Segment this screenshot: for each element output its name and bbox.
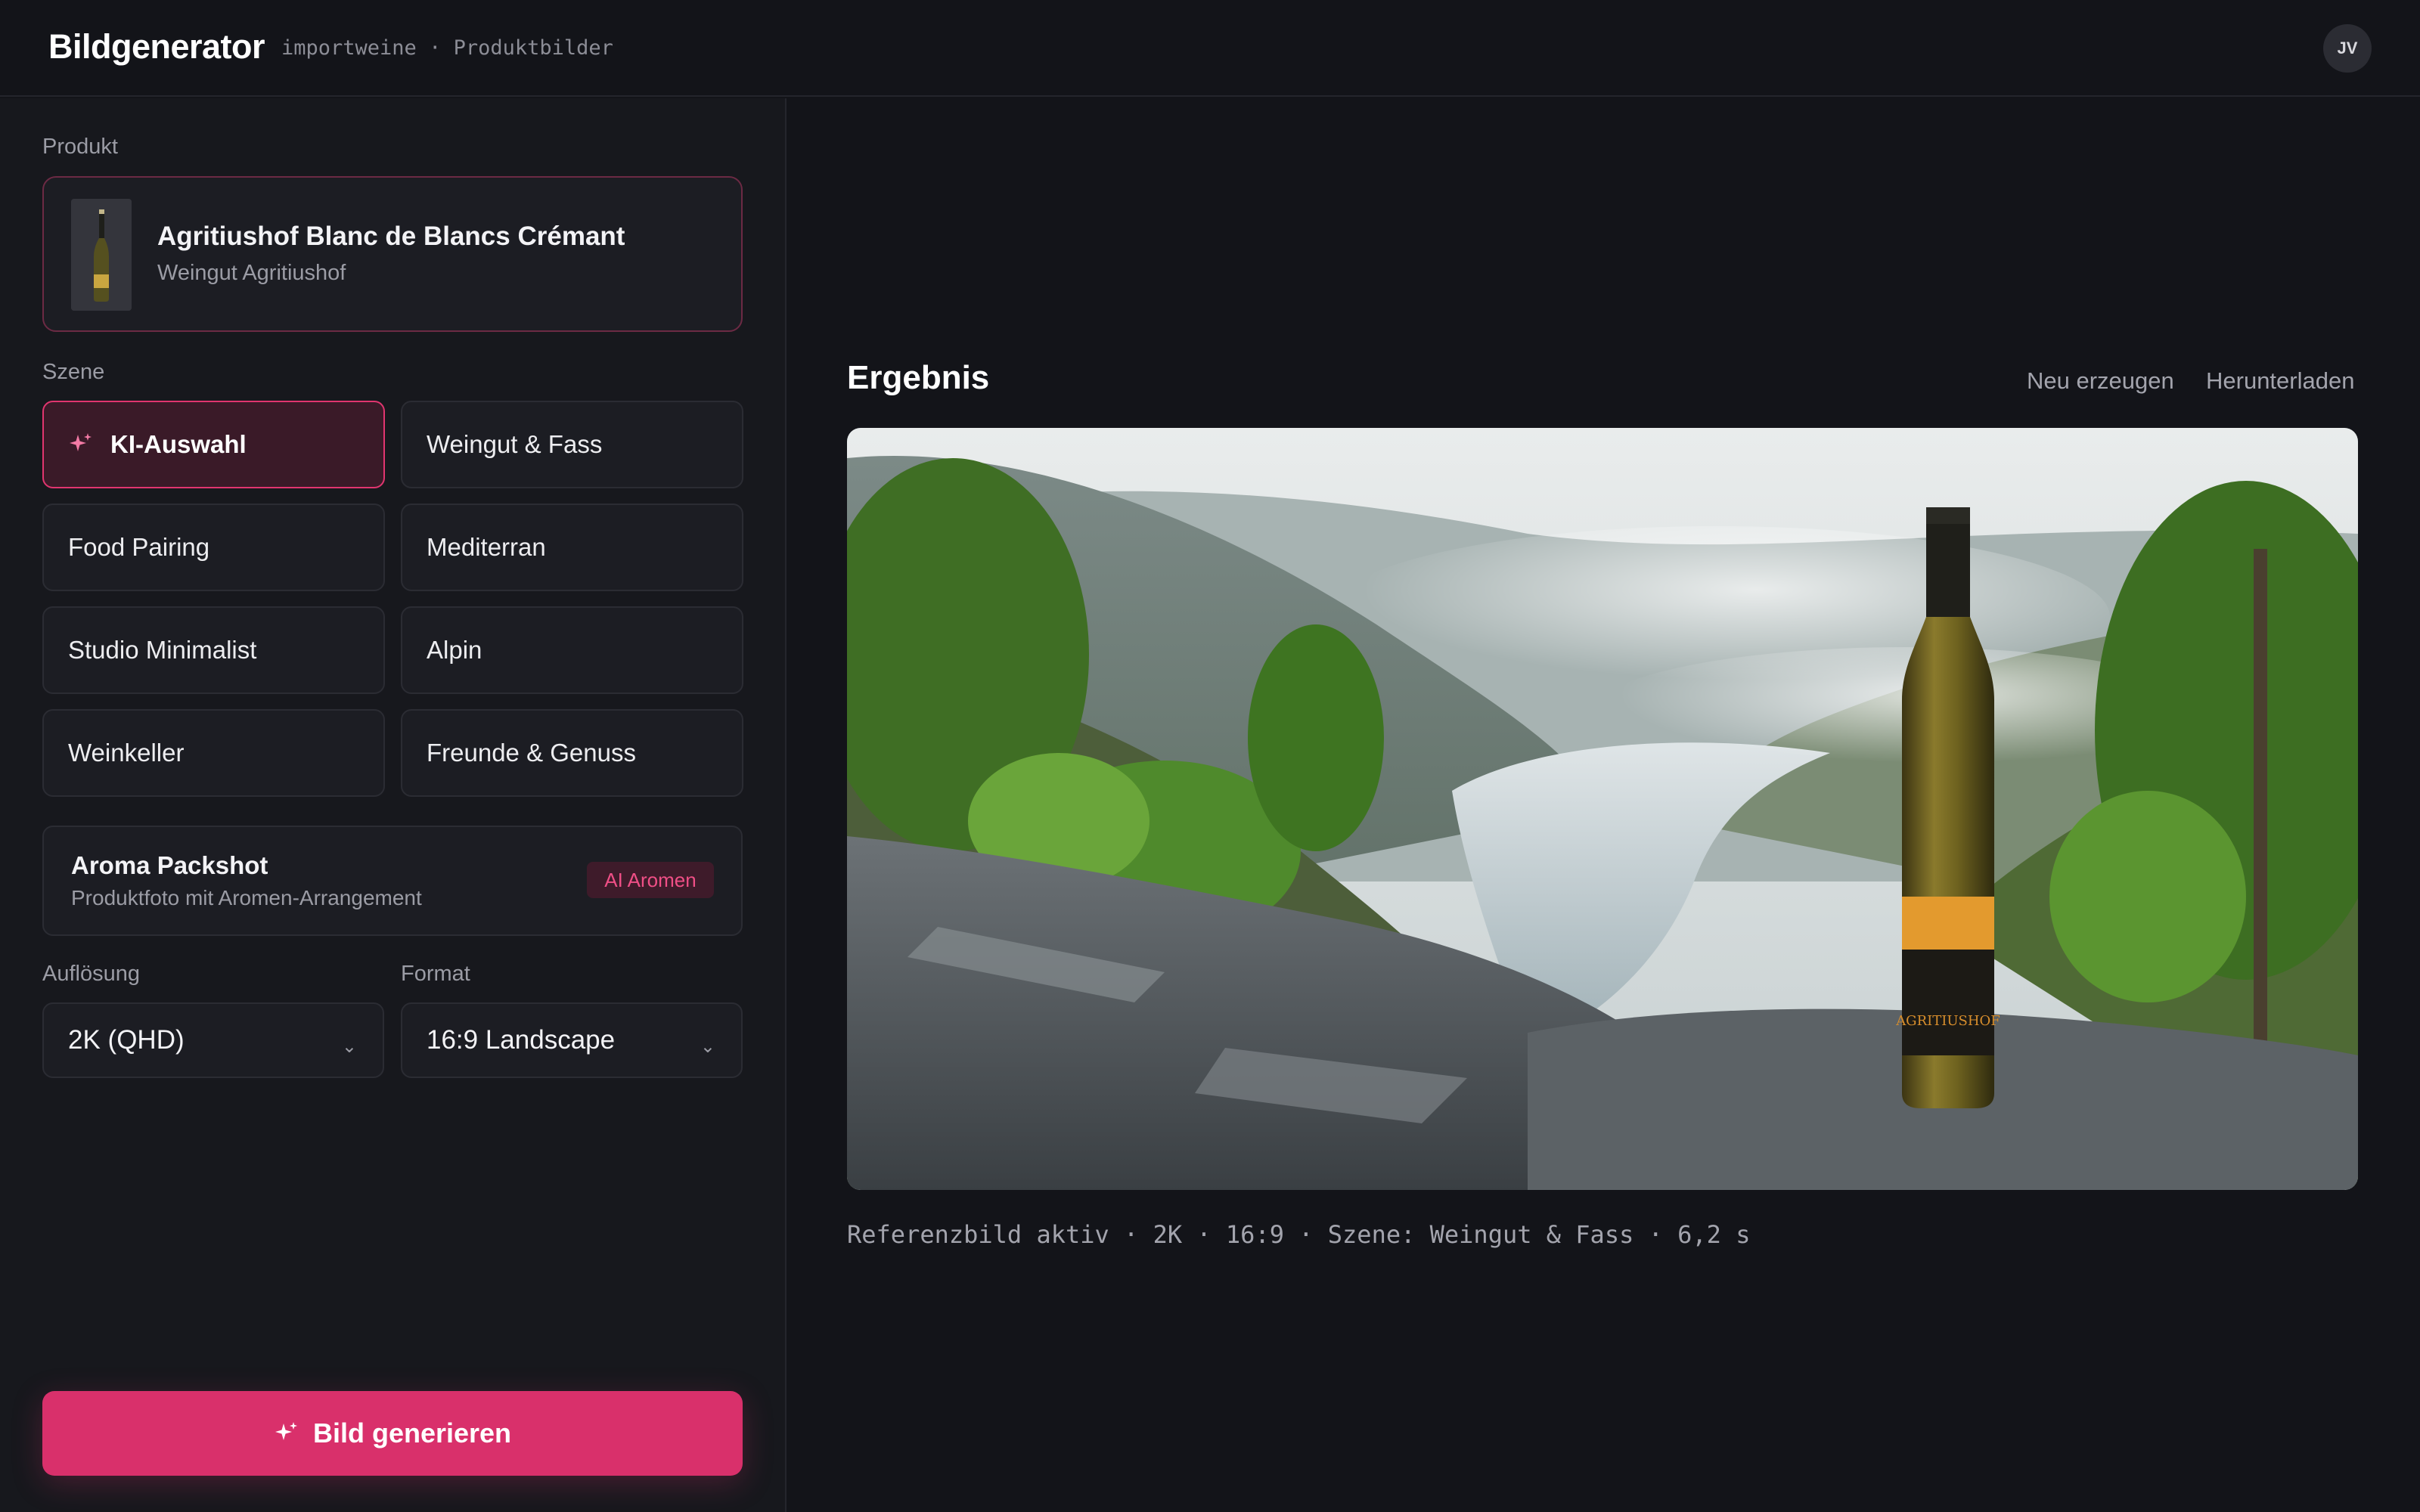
app-header: Bildgenerator importweine · Produktbilde…	[0, 0, 2420, 97]
scene-label-food-pairing: Food Pairing	[68, 533, 210, 561]
scene-mediterran-button[interactable]: Mediterran	[401, 503, 743, 591]
sparkle-icon	[275, 1422, 297, 1440]
scene-label-studio-minimalist: Studio Minimalist	[68, 636, 257, 664]
result-title: Ergebnis	[847, 359, 990, 396]
settings-sidebar: Produkt Agritiushof Blanc de Blancs Crém…	[0, 98, 786, 1512]
download-button[interactable]: Herunterladen	[2206, 367, 2354, 395]
scene-label: Szene	[42, 360, 105, 384]
bottle-label-text: AGRITIUSHOF	[1895, 1013, 2000, 1029]
app-title: Bildgenerator	[48, 27, 265, 66]
bottle-thumbnail-icon	[71, 199, 132, 311]
resolution-value: 2K (QHD)	[68, 1025, 185, 1055]
aroma-packshot-option[interactable]: Aroma Packshot Produktfoto mit Aromen-Ar…	[42, 826, 743, 936]
scene-weingut-fass-button[interactable]: Weingut & Fass	[401, 401, 743, 488]
chevron-down-icon: ⌄	[700, 1036, 715, 1057]
user-avatar[interactable]: JV	[2323, 24, 2372, 73]
vineyard-scene-image: AGRITIUSHOF	[847, 428, 2358, 1190]
format-label: Format	[401, 962, 470, 986]
scene-label-ki-auswahl: KI-Auswahl	[110, 430, 247, 458]
product-label: Produkt	[42, 135, 118, 159]
aroma-description: Produktfoto mit Aromen-Arrangement	[71, 886, 422, 909]
product-card[interactable]: Agritiushof Blanc de Blancs Crémant Wein…	[42, 176, 743, 332]
scene-studio-minimalist-button[interactable]: Studio Minimalist	[42, 606, 385, 694]
scene-label-alpin: Alpin	[427, 636, 482, 664]
generate-label: Bild generieren	[312, 1418, 512, 1448]
resolution-select[interactable]: 2K (QHD) ⌄	[42, 1002, 384, 1078]
scene-label-freunde-genuss: Freunde & Genuss	[427, 739, 636, 767]
generated-image[interactable]: AGRITIUSHOF	[847, 428, 2358, 1190]
scene-food-pairing-button[interactable]: Food Pairing	[42, 503, 385, 591]
scene-ki-auswahl-button[interactable]: KI-Auswahl	[42, 401, 385, 488]
generate-image-button[interactable]: Bild generieren	[42, 1391, 743, 1476]
regenerate-button[interactable]: Neu erzeugen	[2027, 367, 2174, 395]
format-value: 16:9 Landscape	[427, 1025, 616, 1055]
scene-alpin-button[interactable]: Alpin	[401, 606, 743, 694]
chevron-down-icon: ⌄	[341, 1036, 357, 1057]
sparkle-icon	[70, 433, 92, 451]
scene-freunde-genuss-button[interactable]: Freunde & Genuss	[401, 709, 743, 797]
result-panel: Ergebnis Neu erzeugen Herunterladen AGRI…	[788, 98, 2420, 1512]
product-thumbnail	[71, 199, 132, 311]
scene-label-weinkeller: Weinkeller	[68, 739, 185, 767]
format-select[interactable]: 16:9 Landscape ⌄	[401, 1002, 743, 1078]
ai-aromen-badge: AI Aromen	[587, 862, 714, 898]
scene-label-weingut-fass: Weingut & Fass	[427, 430, 603, 458]
aroma-title: Aroma Packshot	[71, 851, 268, 879]
scene-weinkeller-button[interactable]: Weinkeller	[42, 709, 385, 797]
app-subtitle: importweine · Produktbilder	[281, 36, 613, 60]
generation-caption: Referenzbild aktiv · 2K · 16:9 · Szene: …	[847, 1220, 1751, 1249]
product-name: Agritiushof Blanc de Blancs Crémant	[157, 222, 625, 251]
product-producer: Weingut Agritiushof	[157, 261, 346, 285]
scene-label-mediterran: Mediterran	[427, 533, 546, 561]
resolution-label: Auflösung	[42, 962, 140, 986]
